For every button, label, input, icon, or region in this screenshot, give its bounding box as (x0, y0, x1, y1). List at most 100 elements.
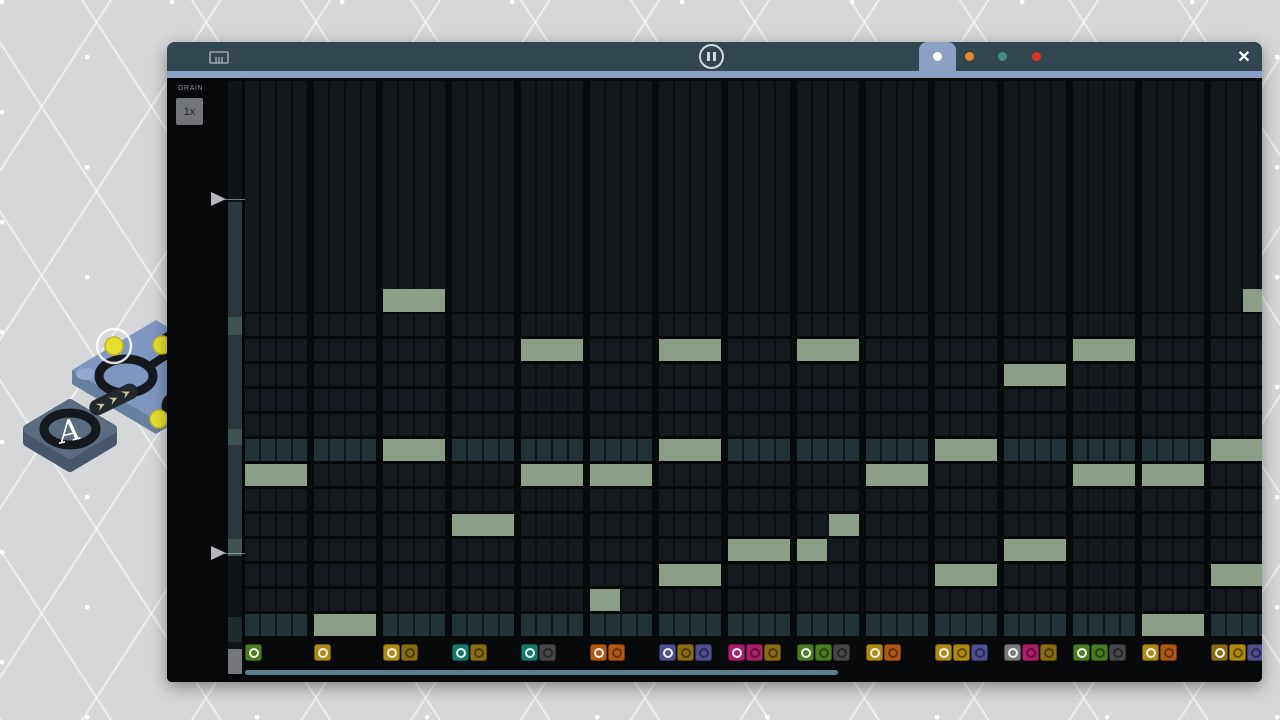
grid-group[interactable] (1004, 514, 1066, 536)
instrument-token[interactable] (764, 644, 781, 661)
note-cell[interactable] (383, 439, 445, 461)
instrument-token[interactable] (452, 644, 469, 661)
grid-group[interactable] (1073, 314, 1135, 336)
grid-group[interactable] (452, 614, 514, 636)
grid-row[interactable] (245, 414, 1262, 436)
grid-group[interactable] (452, 439, 514, 461)
tab-2[interactable] (965, 52, 974, 61)
note-cell[interactable] (659, 339, 721, 361)
grid-group[interactable] (728, 439, 790, 461)
grid-group[interactable] (245, 564, 307, 586)
grid-group[interactable] (935, 339, 997, 361)
grid-group[interactable] (521, 539, 583, 561)
note-cell[interactable] (1073, 464, 1135, 486)
grid-group[interactable] (1211, 414, 1262, 436)
grid-group[interactable] (866, 81, 928, 312)
grid-group[interactable] (590, 389, 652, 411)
note-cell[interactable] (1004, 364, 1066, 386)
grid-group[interactable] (590, 614, 652, 636)
grid-group[interactable] (1004, 464, 1066, 486)
grid-group[interactable] (866, 539, 928, 561)
note-cell[interactable] (659, 564, 721, 586)
instrument-token[interactable] (1142, 644, 1159, 661)
grid-row[interactable] (245, 389, 1262, 411)
grid-group[interactable] (314, 489, 376, 511)
note-cell[interactable] (866, 464, 928, 486)
grid-group[interactable] (590, 414, 652, 436)
grid-group[interactable] (1142, 314, 1204, 336)
note-cell[interactable] (521, 464, 583, 486)
instrument-token[interactable] (245, 644, 262, 661)
grid-group[interactable] (935, 81, 997, 312)
instrument-token[interactable] (590, 644, 607, 661)
grid-group[interactable] (521, 314, 583, 336)
grid-group[interactable] (1004, 614, 1066, 636)
grid-group[interactable] (935, 489, 997, 511)
grid-group[interactable] (1004, 81, 1066, 312)
grid-group[interactable] (1211, 614, 1262, 636)
grid-group[interactable] (521, 439, 583, 461)
grid-group[interactable] (383, 589, 445, 611)
instrument-token[interactable] (1004, 644, 1021, 661)
instrument-token[interactable] (695, 644, 712, 661)
grid-group[interactable] (452, 539, 514, 561)
grid-group[interactable] (1073, 489, 1135, 511)
note-grid[interactable] (245, 81, 1262, 641)
grid-group[interactable] (935, 314, 997, 336)
grid-group[interactable] (245, 389, 307, 411)
instrument-token[interactable] (797, 644, 814, 661)
grid-group[interactable] (383, 464, 445, 486)
grid-group[interactable] (866, 339, 928, 361)
note-cell[interactable] (245, 464, 307, 486)
horizontal-scrollbar[interactable] (245, 670, 838, 675)
grid-group[interactable] (245, 589, 307, 611)
grid-group[interactable] (1073, 614, 1135, 636)
grid-group[interactable] (728, 364, 790, 386)
grid-group[interactable] (1073, 364, 1135, 386)
grid-group[interactable] (383, 81, 445, 312)
grid-group[interactable] (590, 81, 652, 312)
pause-button[interactable] (699, 44, 724, 69)
instrument-token[interactable] (935, 644, 952, 661)
grid-group[interactable] (1142, 339, 1204, 361)
grid-group[interactable] (245, 514, 307, 536)
grid-group[interactable] (1211, 489, 1262, 511)
range-handle-bottom[interactable] (211, 546, 226, 560)
grid-group[interactable] (1211, 514, 1262, 536)
grid-group[interactable] (866, 364, 928, 386)
note-cell[interactable] (1142, 464, 1204, 486)
grid-group[interactable] (728, 389, 790, 411)
grid-group[interactable] (866, 314, 928, 336)
instrument-token[interactable] (953, 644, 970, 661)
note-cell[interactable] (829, 514, 859, 536)
grid-tall-band[interactable] (245, 81, 1262, 312)
note-cell[interactable] (452, 514, 514, 536)
grid-group[interactable] (383, 564, 445, 586)
note-cell[interactable] (1211, 564, 1262, 586)
instrument-token[interactable] (1073, 644, 1090, 661)
instrument-token[interactable] (521, 644, 538, 661)
grid-group[interactable] (1211, 81, 1262, 312)
grid-group[interactable] (866, 564, 928, 586)
grid-group[interactable] (521, 589, 583, 611)
grid-group[interactable] (935, 364, 997, 386)
grid-group[interactable] (314, 539, 376, 561)
grid-group[interactable] (1073, 589, 1135, 611)
tab-3[interactable] (998, 52, 1007, 61)
note-cell[interactable] (590, 589, 620, 611)
grid-group[interactable] (1142, 389, 1204, 411)
grid-group[interactable] (935, 464, 997, 486)
grid-group[interactable] (1004, 414, 1066, 436)
grid-group[interactable] (1073, 389, 1135, 411)
grid-group[interactable] (383, 539, 445, 561)
grid-group[interactable] (1142, 564, 1204, 586)
note-cell[interactable] (935, 564, 997, 586)
grid-group[interactable] (314, 564, 376, 586)
grid-group[interactable] (245, 314, 307, 336)
instrument-token[interactable] (833, 644, 850, 661)
instrument-token[interactable] (971, 644, 988, 661)
grid-group[interactable] (383, 339, 445, 361)
grid-group[interactable] (935, 589, 997, 611)
grid-group[interactable] (452, 564, 514, 586)
note-cell[interactable] (590, 464, 652, 486)
